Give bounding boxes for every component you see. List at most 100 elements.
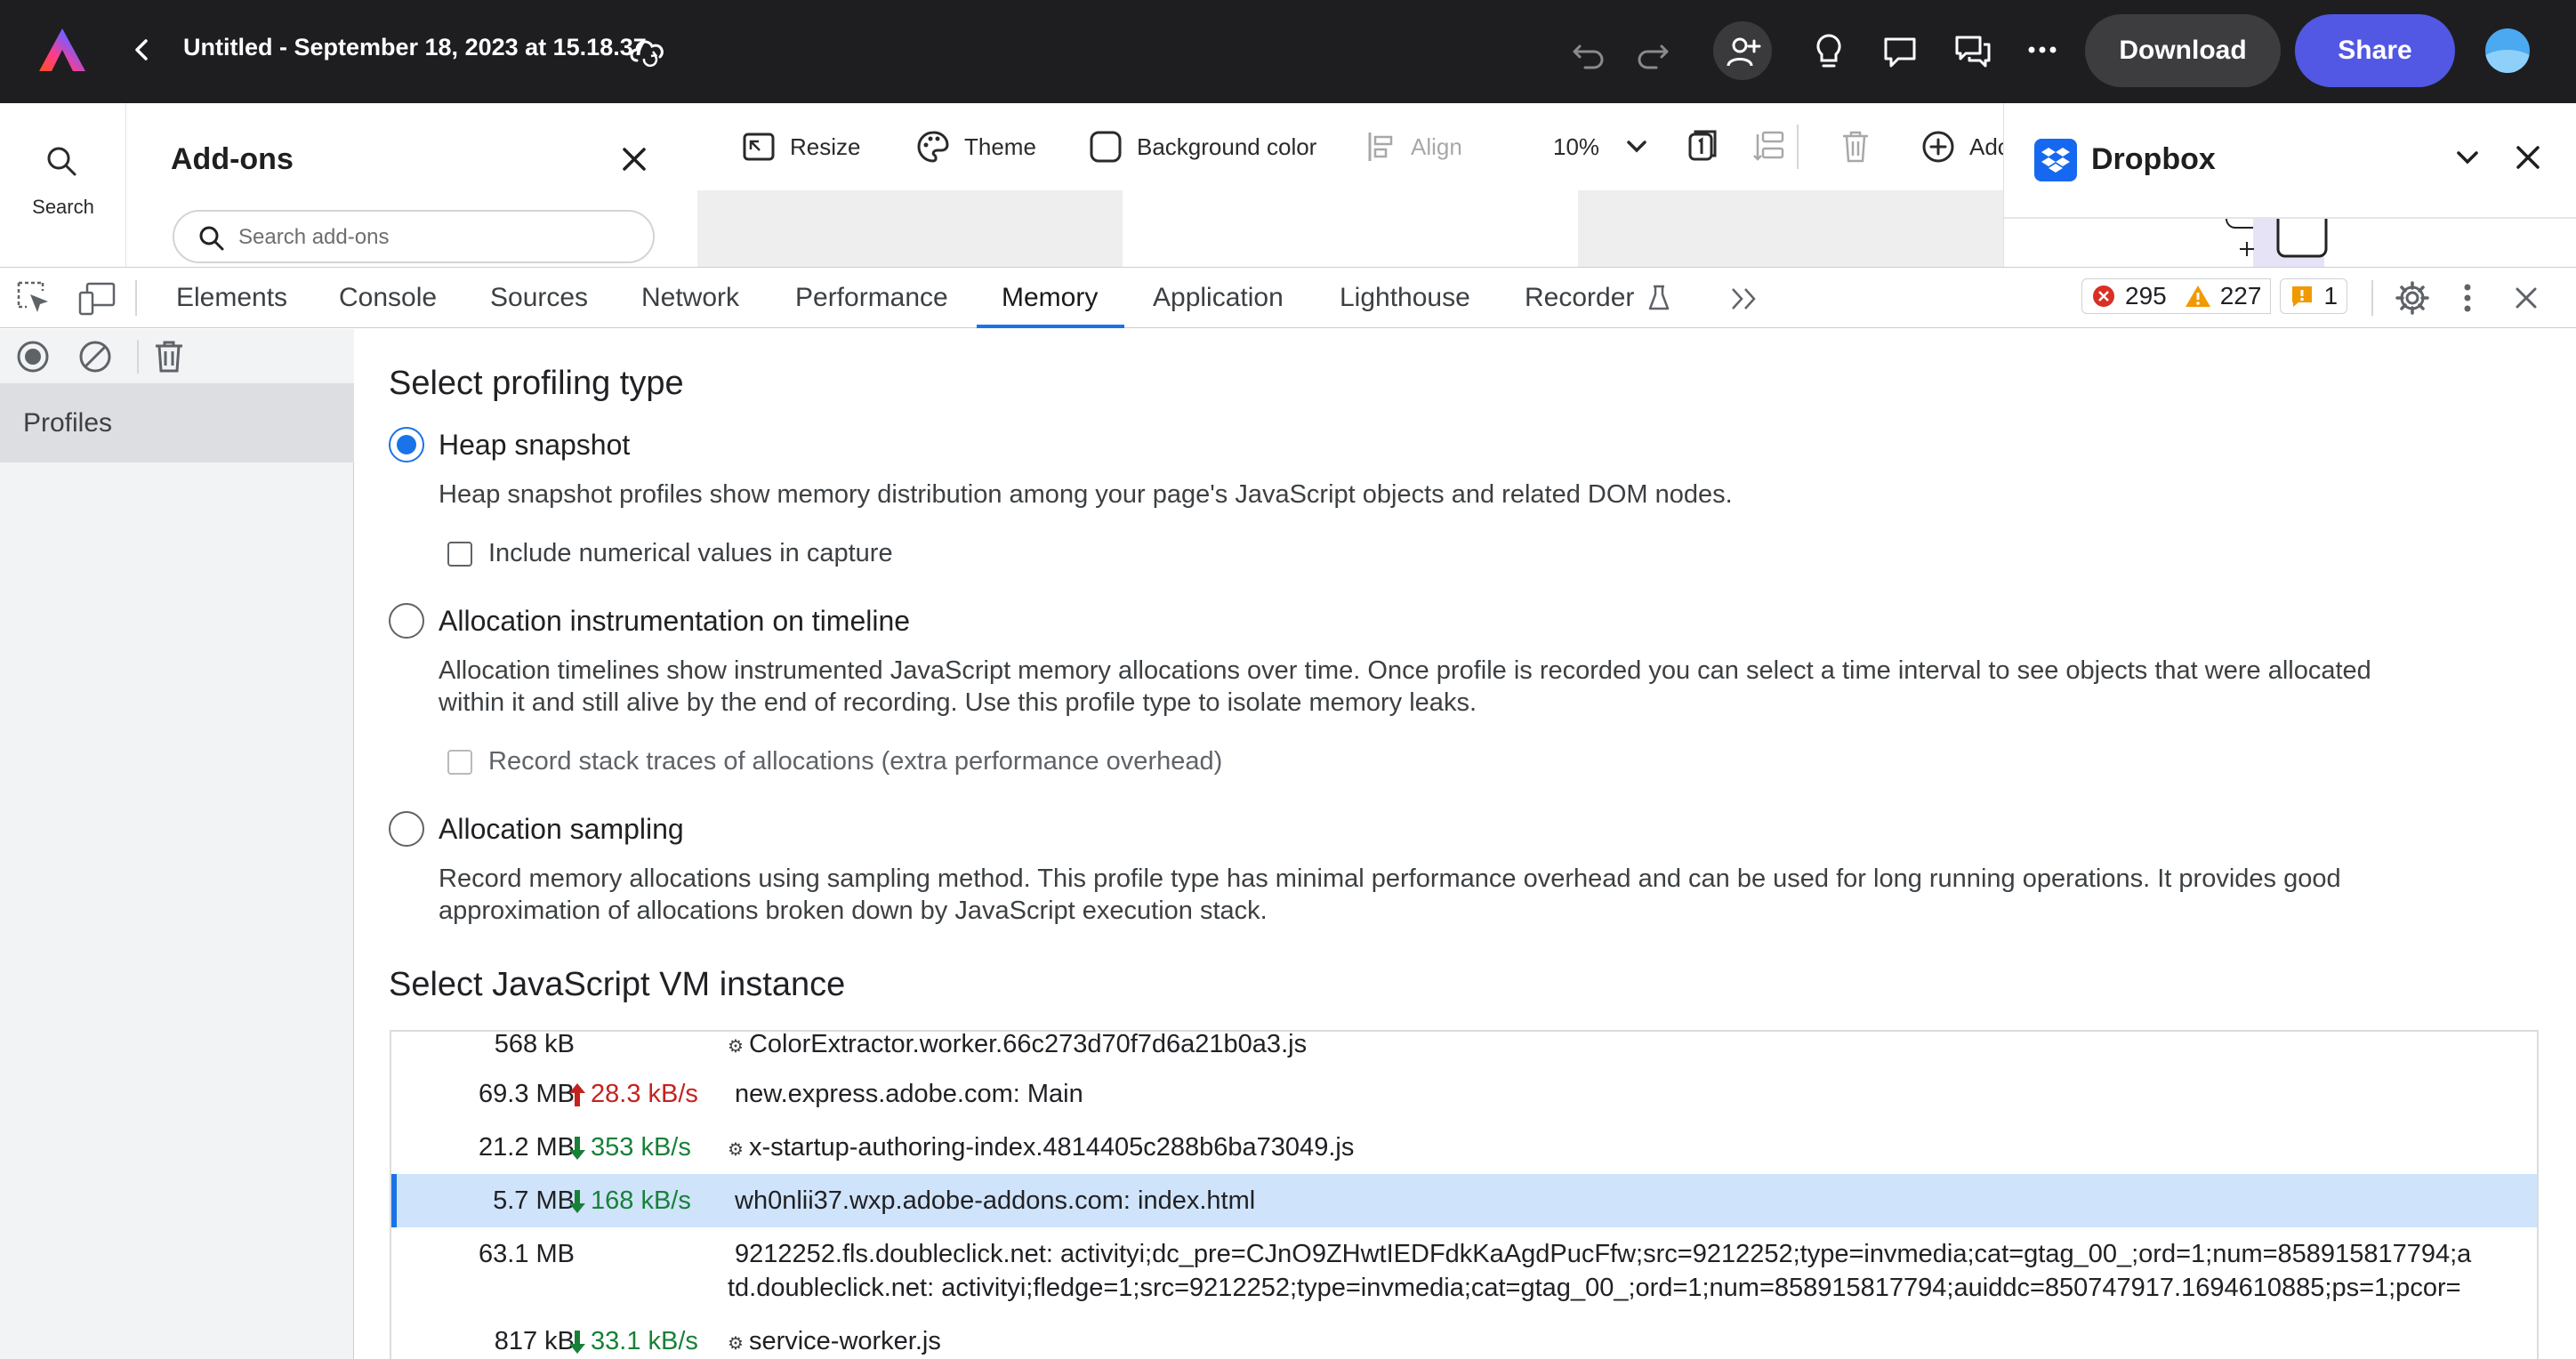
download-button[interactable]: Download <box>2085 14 2281 87</box>
sidebar-item-profiles[interactable]: Profiles <box>0 384 354 462</box>
resize-button[interactable]: Resize <box>742 128 860 165</box>
kebab-menu-icon[interactable] <box>2460 282 2475 314</box>
device-toolbar-icon[interactable] <box>78 280 116 316</box>
canvas-page[interactable] <box>1123 190 1578 267</box>
collect-garbage-icon[interactable] <box>153 340 185 374</box>
include-numerical-values-label: Include numerical values in capture <box>488 539 893 567</box>
search-icon[interactable] <box>44 144 80 180</box>
chevron-down-icon[interactable] <box>2456 149 2479 165</box>
allocation-timeline-radio[interactable] <box>389 603 424 639</box>
tab-recorder[interactable]: Recorder <box>1525 268 1634 328</box>
resize-label: Resize <box>790 133 861 160</box>
close-devtools-icon[interactable] <box>2514 285 2539 310</box>
devtools-tab-bar: Elements Console Sources Network Perform… <box>0 268 2576 328</box>
heap-snapshot-radio[interactable] <box>389 427 424 462</box>
share-button[interactable]: Share <box>2295 14 2455 87</box>
vm-instance-row[interactable]: 5.7 MB 168 kB/s wh0nlii37.wxp.adobe-addons… <box>391 1174 2537 1227</box>
tab-elements[interactable]: Elements <box>176 268 287 328</box>
vm-heap-size: 817 kB <box>494 1327 575 1355</box>
record-icon[interactable] <box>16 340 50 374</box>
record-stack-traces-checkbox[interactable] <box>447 749 472 775</box>
inspect-element-icon[interactable] <box>16 280 52 316</box>
warning-counter[interactable]: 227 <box>2175 278 2272 314</box>
vm-instance-row[interactable]: 69.3 MB 28.3 kB/s new.express.adobe.com: M… <box>391 1067 2537 1121</box>
align-label: Align <box>1411 133 1462 160</box>
issues-count: 1 <box>2323 282 2339 310</box>
allocation-sampling-radio[interactable] <box>389 811 424 847</box>
close-icon[interactable] <box>621 146 648 173</box>
allocation-timeline-description-line1: Allocation timelines show instrumented J… <box>439 656 2371 685</box>
back-icon[interactable] <box>126 34 158 66</box>
record-stack-traces-option[interactable]: Record stack traces of allocations (extr… <box>447 747 1222 776</box>
addons-search-field[interactable] <box>173 210 655 263</box>
include-numerical-values-checkbox[interactable] <box>447 541 472 567</box>
vm-instance-row[interactable]: 817 kB 33.1 kB/s ⚙ service-worker.js <box>391 1315 2537 1359</box>
search-rail-label[interactable]: Search <box>0 196 126 219</box>
copy-pages-icon[interactable] <box>1685 128 1720 165</box>
vm-instance-row[interactable]: 63.1 MB 9212252.fls.doubleclick.net: acti… <box>391 1227 2537 1315</box>
lightbulb-icon[interactable] <box>1811 32 1847 71</box>
avatar[interactable] <box>2485 28 2530 73</box>
vm-instance-row[interactable]: 568 kB ⚙ ColorExtractor.worker.66c273d70f7… <box>391 1030 2537 1062</box>
vm-instance-name: ⚙ ColorExtractor.worker.66c273d70f7d6a21b… <box>728 1030 1308 1058</box>
tab-memory[interactable]: Memory <box>976 268 1125 328</box>
background-color-button[interactable]: Background color <box>1089 128 1316 165</box>
tab-lighthouse[interactable]: Lighthouse <box>1340 268 1470 328</box>
more-tabs-icon[interactable] <box>1729 285 1759 312</box>
arrange-icon[interactable] <box>1752 128 1788 165</box>
settings-gear-icon[interactable] <box>2395 280 2430 316</box>
resize-icon <box>743 133 775 161</box>
undo-icon[interactable] <box>1571 34 1606 69</box>
vm-instance-name: ⚙ service-worker.js <box>728 1327 941 1355</box>
vm-rate: 33.1 kB/s <box>568 1327 698 1356</box>
background-color-label: Background color <box>1137 133 1317 160</box>
vm-instance-name: ⚙ x-startup-authoring-index.4814405c288b6… <box>728 1133 1355 1162</box>
issue-counters[interactable]: 295 227 1 <box>2081 278 2348 314</box>
tab-divider <box>2371 280 2373 316</box>
clear-icon[interactable] <box>78 340 112 374</box>
toolbar-divider <box>1797 125 1799 169</box>
addons-search-input[interactable] <box>238 222 630 253</box>
comment-icon[interactable] <box>1882 34 1918 69</box>
discussion-icon[interactable] <box>1953 34 1992 69</box>
trash-icon[interactable] <box>1839 128 1872 165</box>
adobe-express-logo[interactable] <box>37 27 87 73</box>
allocation-timeline-option[interactable]: Allocation instrumentation on timeline <box>389 603 910 639</box>
zoom-dropdown[interactable]: 10% <box>1553 128 1662 165</box>
allocation-sampling-description-line2: approximation of allocations broken down… <box>439 897 1268 925</box>
chevron-down-icon <box>1627 141 1646 153</box>
tab-application[interactable]: Application <box>1153 268 1284 328</box>
close-icon[interactable] <box>2515 144 2541 171</box>
heap-snapshot-option[interactable]: Heap snapshot <box>389 427 630 462</box>
app-header: Untitled - September 18, 2023 at 15.18.3… <box>0 0 2576 103</box>
dropbox-title: Dropbox <box>2091 142 2216 176</box>
vm-heap-size: 63.1 MB <box>479 1240 575 1268</box>
include-numerical-values-option[interactable]: Include numerical values in capture <box>447 539 893 568</box>
tab-sources[interactable]: Sources <box>490 268 588 328</box>
tab-network[interactable]: Network <box>641 268 739 328</box>
warning-icon <box>2185 285 2210 307</box>
worker-gear-icon: ⚙ <box>728 1140 744 1160</box>
redo-icon[interactable] <box>1635 34 1670 69</box>
allocation-sampling-option[interactable]: Allocation sampling <box>389 811 684 847</box>
dropbox-logo <box>2034 139 2077 181</box>
vm-instance-row[interactable]: 21.2 MB 353 kB/s ⚙ x-startup-authoring-inde… <box>391 1121 2537 1174</box>
invite-button[interactable] <box>1713 21 1772 80</box>
add-page-button[interactable]: Adc <box>1921 128 2009 165</box>
cloud-sync-icon[interactable] <box>626 32 669 68</box>
allocation-timeline-label: Allocation instrumentation on timeline <box>439 604 911 637</box>
more-options-icon[interactable] <box>2025 39 2060 60</box>
issues-counter[interactable]: 1 <box>2280 278 2348 314</box>
error-counter[interactable]: 295 <box>2081 278 2176 314</box>
heap-snapshot-label: Heap snapshot <box>439 428 631 461</box>
tab-performance[interactable]: Performance <box>795 268 948 328</box>
dropbox-panel: Dropbox <box>2003 103 2576 267</box>
tab-console[interactable]: Console <box>339 268 437 328</box>
align-button[interactable]: Align <box>1366 128 1462 165</box>
memory-sidebar: Profiles <box>0 329 354 1359</box>
vm-heap-size: 568 kB <box>494 1030 575 1058</box>
theme-button[interactable]: Theme <box>916 128 1036 165</box>
plus-circle-icon <box>1922 131 1954 163</box>
document-title[interactable]: Untitled - September 18, 2023 at 15.18.3… <box>183 34 647 61</box>
error-count: 295 <box>2125 282 2167 310</box>
